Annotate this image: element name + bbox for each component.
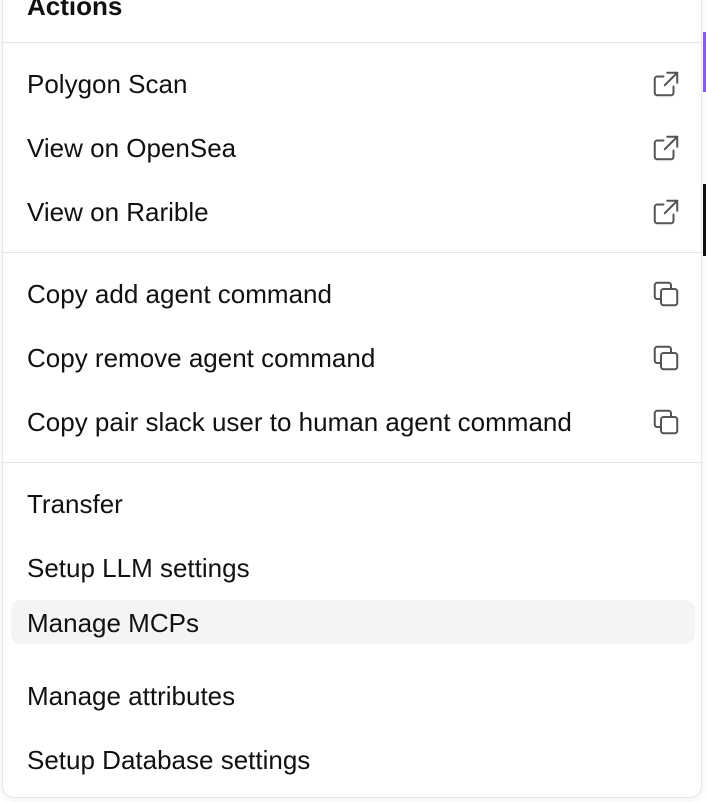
- external-link-icon: [651, 133, 681, 163]
- menu-item-view-on-rarible[interactable]: View on Rarible: [11, 189, 695, 235]
- menu-divider: [3, 462, 701, 463]
- menu-item-label: View on Rarible: [27, 197, 209, 227]
- menu-item-label: Polygon Scan: [27, 69, 188, 99]
- menu-item-polygon-scan[interactable]: Polygon Scan: [11, 61, 695, 107]
- menu-item-transfer[interactable]: Transfer: [11, 481, 695, 527]
- menu-item-manage-mcps[interactable]: Manage MCPs: [11, 600, 695, 644]
- menu-item-label: Copy add agent command: [27, 279, 332, 309]
- menu-item-label: Manage attributes: [27, 681, 236, 711]
- menu-item-label: Transfer: [27, 489, 123, 519]
- menu-item-label: Copy pair slack user to human agent comm…: [27, 407, 572, 437]
- menu-item-setup-llm-settings[interactable]: Setup LLM settings: [11, 545, 695, 591]
- external-link-icon: [651, 197, 681, 227]
- menu-item-label: Setup Database settings: [27, 745, 311, 775]
- menu-item-label: Manage MCPs: [27, 608, 199, 638]
- copy-icon: [651, 407, 681, 437]
- menu-item-copy-pair-slack-user-command[interactable]: Copy pair slack user to human agent comm…: [11, 399, 695, 445]
- page: Actions Polygon Scan View on OpenSea Vie…: [0, 0, 706, 802]
- menu-divider: [3, 42, 701, 43]
- menu-item-copy-remove-agent-command[interactable]: Copy remove agent command: [11, 335, 695, 381]
- menu-item-setup-database-settings[interactable]: Setup Database settings: [11, 737, 695, 783]
- external-link-icon: [651, 69, 681, 99]
- menu-item-label: Copy remove agent command: [27, 343, 376, 373]
- copy-icon: [651, 279, 681, 309]
- menu-header: Actions: [27, 0, 123, 21]
- menu-item-copy-add-agent-command[interactable]: Copy add agent command: [11, 271, 695, 317]
- menu-item-view-on-opensea[interactable]: View on OpenSea: [11, 125, 695, 171]
- copy-icon: [651, 343, 681, 373]
- menu-item-label: Setup LLM settings: [27, 553, 250, 583]
- actions-menu: Actions Polygon Scan View on OpenSea Vie…: [2, 0, 702, 798]
- menu-item-label: View on OpenSea: [27, 133, 237, 163]
- menu-divider: [3, 252, 701, 253]
- menu-item-manage-attributes[interactable]: Manage attributes: [11, 673, 695, 719]
